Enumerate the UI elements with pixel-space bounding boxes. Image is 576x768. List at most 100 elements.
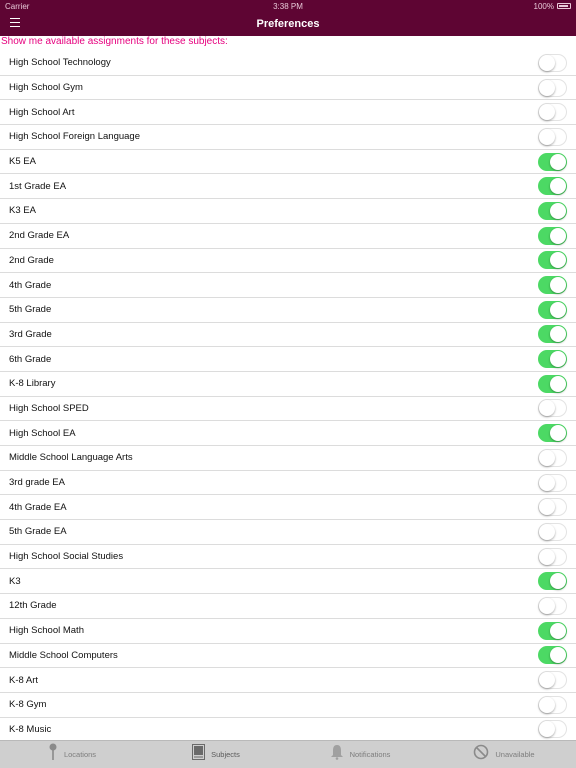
- toggle-knob: [550, 573, 566, 590]
- subject-row: 1st Grade EA: [0, 174, 576, 200]
- subject-toggle[interactable]: [538, 350, 567, 369]
- subject-toggle[interactable]: [538, 424, 567, 443]
- toggle-knob: [550, 277, 566, 294]
- toggle-knob: [539, 696, 555, 713]
- page-title: Preferences: [256, 18, 320, 30]
- hamburger-menu-icon[interactable]: [10, 18, 20, 28]
- subject-row: High School Math: [0, 619, 576, 644]
- subject-label: 3rd Grade: [9, 328, 52, 340]
- tab-bar: Locations Subjects Notifications Unavailabl…: [0, 740, 576, 768]
- subject-row: 6th Grade: [0, 347, 576, 372]
- tab-locations[interactable]: Locations: [0, 741, 144, 768]
- subject-toggle[interactable]: [538, 547, 567, 566]
- tab-label: Notifications: [349, 750, 391, 759]
- subject-toggle[interactable]: [538, 473, 567, 492]
- subject-toggle[interactable]: [538, 646, 567, 665]
- subject-toggle[interactable]: [538, 226, 567, 245]
- status-bar: Carrier 3:38 PM 100%: [0, 0, 576, 12]
- tab-label: Subjects: [211, 750, 240, 759]
- subject-label: High School Gym: [9, 82, 83, 94]
- subject-row: Middle School Language Arts: [0, 446, 576, 471]
- subject-label: K-8 Library: [9, 378, 56, 390]
- subject-toggle[interactable]: [538, 572, 567, 591]
- battery-icon: [557, 3, 571, 9]
- subject-toggle[interactable]: [538, 399, 567, 418]
- toggle-knob: [550, 351, 566, 368]
- subject-label: High School Math: [9, 625, 84, 637]
- subject-label: 5th Grade: [9, 304, 52, 316]
- subject-row: K-8 Library: [0, 372, 576, 397]
- toggle-knob: [539, 672, 555, 689]
- subject-toggle[interactable]: [538, 374, 567, 393]
- toggle-knob: [539, 79, 555, 96]
- subject-toggle[interactable]: [538, 325, 567, 344]
- toggle-knob: [539, 400, 555, 417]
- toggle-knob: [550, 647, 566, 664]
- subject-row: Middle School Computers: [0, 644, 576, 669]
- toggle-knob: [539, 721, 555, 738]
- subject-toggle[interactable]: [538, 498, 567, 517]
- book-icon: [192, 744, 206, 765]
- subject-row: High School Social Studies: [0, 545, 576, 570]
- subject-row: 4th Grade: [0, 273, 576, 298]
- toggle-knob: [550, 153, 566, 170]
- toggle-knob: [539, 104, 555, 121]
- subject-toggle[interactable]: [538, 522, 567, 541]
- subject-label: 2nd Grade EA: [9, 230, 70, 242]
- subject-label: High School Social Studies: [9, 551, 124, 563]
- toggle-knob: [539, 523, 555, 540]
- toggle-knob: [550, 202, 566, 219]
- subject-row: 2nd Grade EA: [0, 224, 576, 249]
- subject-row: 2nd Grade: [0, 249, 576, 274]
- tab-notifications[interactable]: Notifications: [288, 741, 432, 768]
- subject-toggle[interactable]: [538, 695, 567, 714]
- subject-row: High School SPED: [0, 397, 576, 422]
- subject-toggle[interactable]: [538, 448, 567, 467]
- subject-toggle[interactable]: [538, 177, 567, 196]
- subject-label: 12th Grade: [9, 600, 57, 612]
- location-pin-icon: [48, 743, 58, 766]
- subject-label: 6th Grade: [9, 353, 52, 365]
- subject-toggle[interactable]: [538, 251, 567, 270]
- subject-toggle[interactable]: [538, 53, 567, 72]
- subject-row: 5th Grade EA: [0, 520, 576, 545]
- toggle-knob: [550, 622, 566, 639]
- tab-subjects[interactable]: Subjects: [144, 741, 288, 768]
- subject-row: High School Art: [0, 100, 576, 126]
- subject-toggle[interactable]: [538, 78, 567, 97]
- subject-toggle[interactable]: [538, 276, 567, 295]
- subject-row: K-8 Gym: [0, 693, 576, 718]
- subject-row: 3rd Grade: [0, 323, 576, 348]
- navigation-bar: Preferences: [0, 12, 576, 36]
- subject-label: 2nd Grade: [9, 254, 54, 266]
- subject-row: High School EA: [0, 421, 576, 446]
- subject-toggle[interactable]: [538, 127, 567, 146]
- subject-row: High School Foreign Language: [0, 125, 576, 150]
- subject-toggle[interactable]: [538, 671, 567, 690]
- subject-toggle[interactable]: [538, 300, 567, 319]
- subject-toggle[interactable]: [538, 201, 567, 220]
- subject-toggle[interactable]: [538, 720, 567, 739]
- subject-label: 4th Grade EA: [9, 501, 67, 513]
- toggle-knob: [539, 54, 555, 71]
- toggle-knob: [539, 597, 555, 614]
- subject-row: High School Technology: [0, 51, 576, 76]
- subject-label: 5th Grade EA: [9, 526, 67, 538]
- toggle-knob: [550, 425, 566, 442]
- subject-row: High School Gym: [0, 76, 576, 101]
- subject-toggle[interactable]: [538, 596, 567, 615]
- subject-toggle[interactable]: [538, 621, 567, 640]
- toggle-knob: [539, 474, 555, 491]
- subject-label: 1st Grade EA: [9, 180, 67, 192]
- tab-unavailable[interactable]: Unavailable: [432, 741, 576, 768]
- toggle-knob: [539, 548, 555, 565]
- subject-row: K3: [0, 569, 576, 595]
- subject-label: High School Art: [9, 106, 75, 118]
- subject-label: K5 EA: [9, 156, 36, 168]
- subject-row: 12th Grade: [0, 594, 576, 619]
- subject-row: 3rd grade EA: [0, 471, 576, 496]
- subject-toggle[interactable]: [538, 152, 567, 171]
- subject-label: High School Foreign Language: [9, 131, 140, 143]
- subject-label: K-8 Gym: [9, 699, 47, 711]
- subject-toggle[interactable]: [538, 103, 567, 122]
